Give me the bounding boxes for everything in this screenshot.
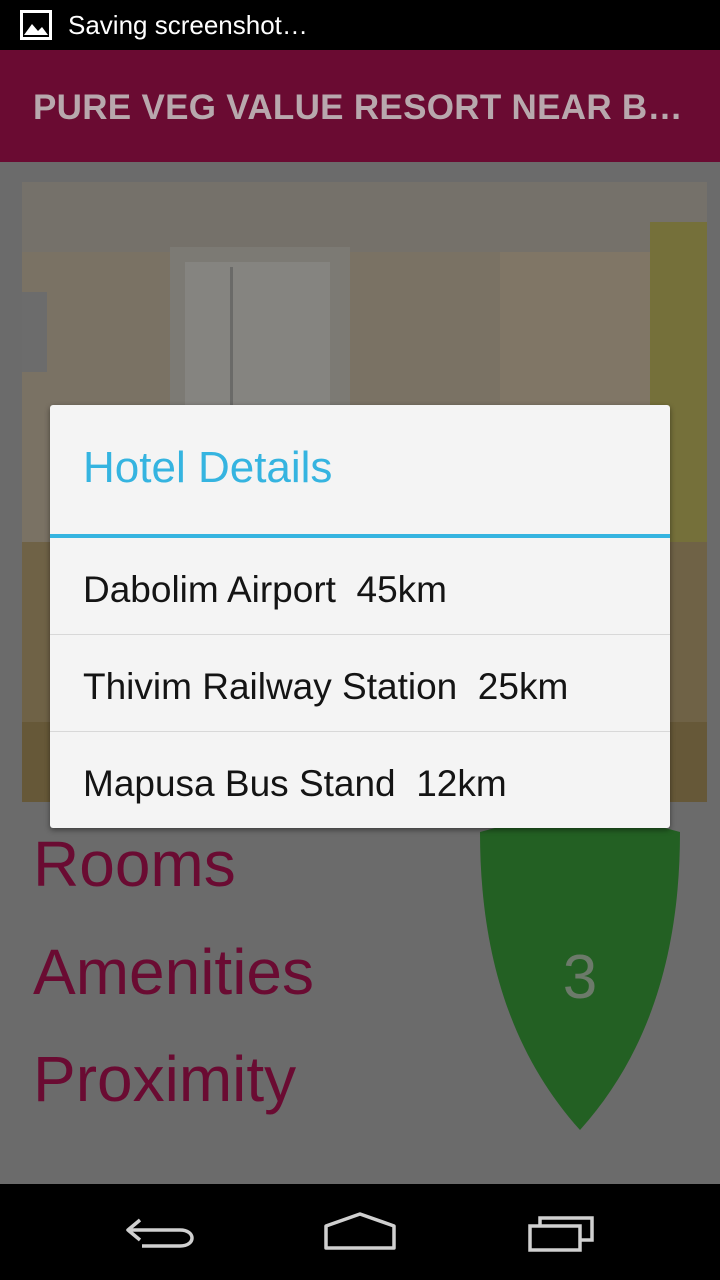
- home-icon: [324, 1212, 396, 1250]
- page-title: PURE VEG VALUE RESORT NEAR BA…: [33, 88, 703, 127]
- list-item-label: Dabolim Airport 45km: [83, 569, 447, 610]
- list-item-label: Thivim Railway Station 25km: [83, 666, 569, 707]
- navigation-bar: [0, 1184, 720, 1280]
- action-bar: PURE VEG VALUE RESORT NEAR BA…: [0, 50, 720, 162]
- dialog-title: Hotel Details: [83, 443, 333, 492]
- back-icon: [126, 1218, 194, 1248]
- list-item-label: Mapusa Bus Stand 12km: [83, 763, 507, 804]
- status-bar: Saving screenshot…: [0, 0, 720, 50]
- list-item[interactable]: Thivim Railway Station 25km: [50, 635, 670, 732]
- hotel-details-dialog: Hotel Details Dabolim Airport 45km Thivi…: [50, 405, 670, 828]
- rating-value: 3: [562, 943, 598, 1012]
- rating-badge: 3: [480, 802, 680, 1130]
- recents-icon: [528, 1216, 594, 1252]
- status-text: Saving screenshot…: [68, 10, 308, 40]
- list-item[interactable]: Dabolim Airport 45km: [50, 538, 670, 635]
- amenities-link[interactable]: Amenities: [33, 935, 314, 1009]
- back-button[interactable]: [112, 1206, 208, 1258]
- proximity-link[interactable]: Proximity: [33, 1042, 296, 1116]
- rooms-link[interactable]: Rooms: [33, 827, 236, 901]
- list-item[interactable]: Mapusa Bus Stand 12km: [50, 732, 670, 829]
- home-button[interactable]: [312, 1206, 408, 1258]
- image-icon: [20, 10, 52, 40]
- recents-button[interactable]: [512, 1206, 608, 1258]
